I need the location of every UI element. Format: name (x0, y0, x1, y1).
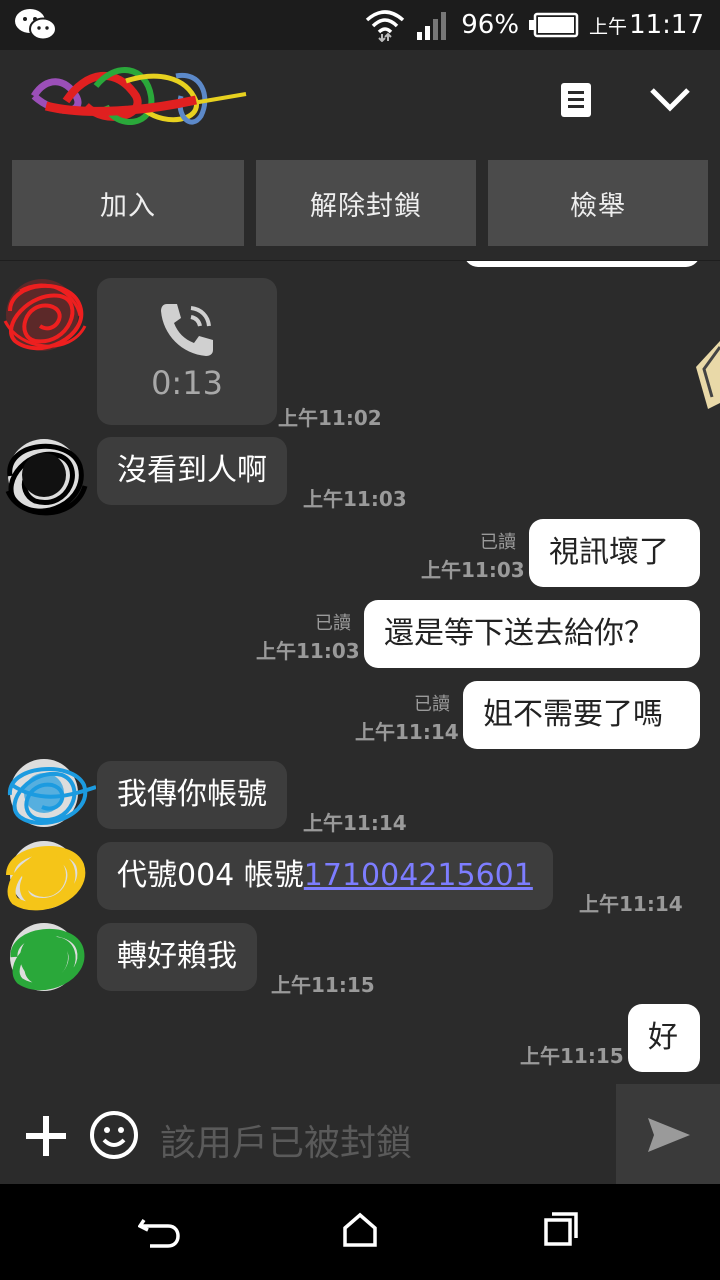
message-bubble-in[interactable]: 轉好賴我 (97, 923, 257, 991)
send-button[interactable] (616, 1084, 720, 1184)
chevron-down-icon[interactable] (648, 86, 692, 114)
message-timestamp: 上午11:14 (355, 720, 459, 744)
emoji-icon[interactable] (89, 1110, 139, 1160)
notes-icon[interactable] (560, 82, 592, 118)
home-icon[interactable] (342, 1212, 378, 1248)
avatar[interactable] (0, 271, 92, 367)
read-receipt: 已讀 (315, 613, 351, 634)
clock: 上午11:17 (589, 10, 704, 40)
avatar[interactable] (0, 431, 92, 531)
back-icon[interactable] (138, 1212, 182, 1252)
battery-icon (529, 12, 579, 38)
add-button-label: 加入 (100, 190, 156, 222)
message-bubble-out[interactable]: 姐不需要了嗎 (463, 681, 700, 749)
message-text: 我傳你帳號 (117, 777, 267, 812)
message-timestamp: 上午11:03 (303, 487, 407, 511)
wifi-icon (366, 10, 405, 42)
send-icon (648, 1118, 690, 1152)
message-bubble-out[interactable]: 還是等下送去給你？ (364, 600, 700, 668)
message-timestamp: 上午11:15 (520, 1044, 624, 1068)
message-input[interactable]: 該用戶已被封鎖 (160, 1114, 412, 1166)
recent-apps-icon[interactable] (544, 1212, 578, 1246)
report-button-label: 檢舉 (570, 190, 626, 222)
status-bar: 96% 上午11:17 (0, 0, 720, 50)
message-bubble-out[interactable]: 好 (628, 1004, 700, 1072)
sticker-icon[interactable] (686, 337, 720, 411)
add-button[interactable]: 加入 (12, 160, 244, 246)
message-timestamp: 上午11:03 (256, 639, 360, 663)
chat-header (0, 50, 720, 148)
chat-area[interactable]: 0:13 上午11:02 沒看到人啊 上午11:03 已讀 上午11:03 視訊… (0, 261, 720, 1084)
message-timestamp: 上午11:03 (421, 558, 525, 582)
message-bubble-in[interactable]: 代號004 帳號 171004215601 (97, 842, 553, 910)
message-bubble-in[interactable]: 我傳你帳號 (97, 761, 287, 829)
avatar[interactable] (4, 917, 92, 1001)
phone-call-icon (161, 304, 213, 356)
message-text: 代號004 帳號 (117, 858, 304, 893)
message-text: 沒看到人啊 (117, 453, 267, 488)
account-number-link[interactable]: 171004215601 (304, 861, 533, 891)
clock-time: 11:17 (629, 10, 704, 40)
message-text: 姐不需要了嗎 (483, 697, 663, 732)
avatar[interactable] (2, 755, 96, 835)
plus-icon[interactable] (24, 1114, 68, 1158)
message-bubble-in[interactable]: 沒看到人啊 (97, 437, 287, 505)
avatar[interactable] (0, 835, 92, 919)
read-receipt: 已讀 (480, 532, 516, 553)
message-text: 轉好賴我 (117, 939, 237, 974)
message-bubble-out[interactable]: 視訊壞了 (529, 519, 700, 587)
message-timestamp: 上午11:15 (271, 973, 375, 997)
navigation-bar (0, 1184, 720, 1280)
battery-percent: 96% (461, 10, 520, 40)
read-receipt: 已讀 (414, 694, 450, 715)
call-duration: 0:13 (151, 364, 223, 402)
signal-icon (417, 12, 447, 40)
message-text: 好 (648, 1020, 678, 1055)
message-timestamp: 上午11:14 (579, 892, 683, 916)
report-button[interactable]: 檢舉 (488, 160, 708, 246)
input-bar: 該用戶已被封鎖 (0, 1084, 720, 1184)
message-timestamp: 上午11:14 (303, 811, 407, 835)
message-text: 視訊壞了 (549, 535, 669, 570)
previous-message-edge (464, 261, 700, 267)
wechat-icon (15, 9, 57, 41)
unblock-button[interactable]: 解除封鎖 (256, 160, 476, 246)
call-timestamp: 上午11:02 (278, 406, 382, 430)
contact-name-scribble (31, 67, 247, 125)
message-text: 還是等下送去給你？ (384, 616, 654, 651)
voice-call-card[interactable]: 0:13 (97, 278, 277, 425)
clock-prefix: 上午 (589, 16, 628, 38)
action-bar: 加入 解除封鎖 檢舉 (0, 148, 720, 261)
unblock-button-label: 解除封鎖 (310, 190, 422, 222)
